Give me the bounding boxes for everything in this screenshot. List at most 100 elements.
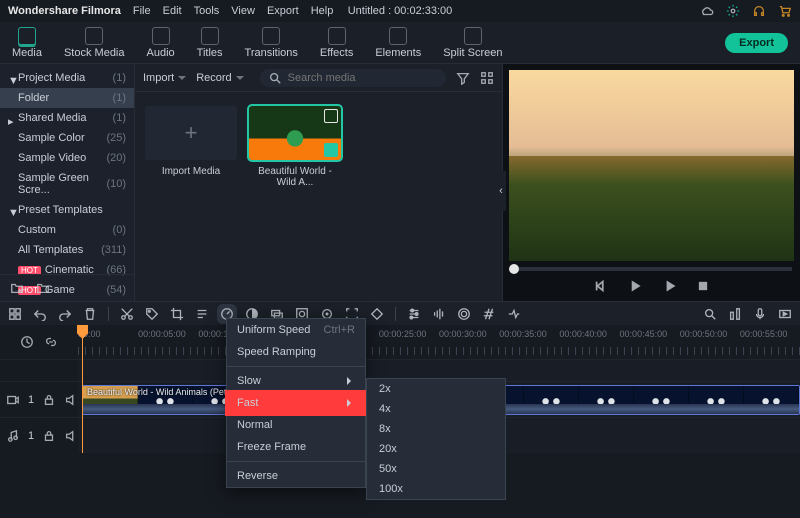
sidebar-item-sample-video[interactable]: Sample Video(20) <box>0 148 134 168</box>
menu-tools[interactable]: Tools <box>194 5 220 17</box>
seek-handle[interactable] <box>509 264 519 274</box>
count: (0) <box>113 224 126 236</box>
stop-button[interactable] <box>696 279 710 293</box>
main-menu: File Edit Tools View Export Help <box>133 5 333 17</box>
import-media-card[interactable]: + Import Media <box>145 106 237 188</box>
tab-label: Stock Media <box>64 47 125 59</box>
tab-stock-media[interactable]: Stock Media <box>60 24 129 62</box>
menu-2x[interactable]: 2x <box>367 379 505 399</box>
sidebar-item-shared-media[interactable]: ▸Shared Media(1) <box>0 108 134 128</box>
lock-icon[interactable] <box>42 429 56 443</box>
record-vo-icon[interactable] <box>457 307 471 321</box>
cloud-icon[interactable] <box>700 4 714 18</box>
search-media[interactable] <box>260 69 446 87</box>
ripple-icon[interactable] <box>507 307 521 321</box>
record-dropdown[interactable]: Record <box>196 72 243 84</box>
menu-50x[interactable]: 50x <box>367 459 505 479</box>
menu-uniform-speed[interactable]: Uniform SpeedCtrl+R <box>227 319 365 341</box>
menu-export[interactable]: Export <box>267 5 299 17</box>
menu-4x[interactable]: 4x <box>367 399 505 419</box>
menu-label: Freeze Frame <box>237 441 306 453</box>
tab-titles[interactable]: Titles <box>193 24 227 62</box>
volume-icon[interactable] <box>64 429 78 443</box>
mix-icon[interactable] <box>728 307 742 321</box>
sidebar-item-preset-templates[interactable]: ▼Preset Templates <box>0 200 134 220</box>
collapse-sidebar-button[interactable]: ‹ <box>496 171 506 211</box>
grid-icon[interactable] <box>8 307 22 321</box>
gear-icon[interactable] <box>726 4 740 18</box>
menu-8x[interactable]: 8x <box>367 419 505 439</box>
menu-speed-ramping[interactable]: Speed Ramping <box>227 341 365 363</box>
undo-icon[interactable] <box>33 307 47 321</box>
menu-help[interactable]: Help <box>311 5 334 17</box>
tab-transitions[interactable]: Transitions <box>241 24 302 62</box>
ruler[interactable]: 00:00 00:00:05:00 00:00:10:00 00:00:15:0… <box>78 325 800 359</box>
edit-icon[interactable] <box>195 307 209 321</box>
marker-icon[interactable] <box>482 307 496 321</box>
menu-file[interactable]: File <box>133 5 151 17</box>
tab-effects[interactable]: Effects <box>316 24 357 62</box>
count: (1) <box>113 112 126 124</box>
menu-edit[interactable]: Edit <box>163 5 182 17</box>
tab-elements[interactable]: Elements <box>371 24 425 62</box>
menu-100x[interactable]: 100x <box>367 479 505 499</box>
sidebar-item-all-templates[interactable]: All Templates(311) <box>0 240 134 260</box>
search-icon <box>268 71 282 85</box>
preview-video[interactable] <box>509 70 794 261</box>
tag-icon[interactable] <box>145 307 159 321</box>
menu-slow[interactable]: Slow <box>227 370 365 392</box>
seek-bar[interactable] <box>511 267 792 271</box>
render-icon[interactable] <box>778 307 792 321</box>
voice-icon[interactable] <box>753 307 767 321</box>
sidebar-item-project-media[interactable]: ▼Project Media(1) <box>0 68 134 88</box>
plus-icon: + <box>185 120 198 146</box>
check-icon <box>324 143 338 157</box>
sidebar-item-label: Project Media <box>18 72 113 84</box>
volume-icon[interactable] <box>64 393 78 407</box>
export-button[interactable]: Export <box>725 33 788 53</box>
menu-freeze-frame[interactable]: Freeze Frame <box>227 436 365 458</box>
search-input[interactable] <box>288 72 438 84</box>
trash-icon[interactable] <box>83 307 97 321</box>
menu-fast[interactable]: Fast <box>227 392 365 414</box>
keyframe-icon[interactable] <box>370 307 384 321</box>
sidebar-item-custom[interactable]: Custom(0) <box>0 220 134 240</box>
import-dropdown[interactable]: Import <box>143 72 186 84</box>
media-clip-card[interactable]: Beautiful World - Wild A... <box>249 106 341 188</box>
sidebar-item-folder[interactable]: Folder(1) <box>0 88 134 108</box>
link-icon[interactable] <box>44 335 58 349</box>
lock-icon[interactable] <box>42 393 56 407</box>
timecode-icon[interactable] <box>20 335 34 349</box>
cut-icon[interactable] <box>120 307 134 321</box>
divider <box>395 307 396 321</box>
menu-label: Normal <box>237 419 272 431</box>
audio-icon[interactable] <box>432 307 446 321</box>
open-folder-icon[interactable] <box>36 281 50 295</box>
adjust-icon[interactable] <box>407 307 421 321</box>
tab-audio[interactable]: Audio <box>143 24 179 62</box>
titles-icon <box>201 27 219 45</box>
crop-icon[interactable] <box>170 307 184 321</box>
add-folder-icon[interactable] <box>10 281 24 295</box>
headphones-icon[interactable] <box>752 4 766 18</box>
prev-frame-button[interactable] <box>594 279 608 293</box>
menu-reverse[interactable]: Reverse <box>227 465 365 487</box>
sidebar-item-sample-color[interactable]: Sample Color(25) <box>0 128 134 148</box>
play-button[interactable] <box>628 279 642 293</box>
next-frame-button[interactable] <box>662 279 676 293</box>
zoom-icon[interactable] <box>703 307 717 321</box>
video-icon <box>6 393 20 407</box>
cart-icon[interactable] <box>778 4 792 18</box>
menu-20x[interactable]: 20x <box>367 439 505 459</box>
filter-icon[interactable] <box>456 71 470 85</box>
redo-icon[interactable] <box>58 307 72 321</box>
settings-icon[interactable] <box>324 109 338 123</box>
menu-view[interactable]: View <box>231 5 255 17</box>
tab-split-screen[interactable]: Split Screen <box>439 24 506 62</box>
sidebar-item-sample-green[interactable]: Sample Green Scre...(10) <box>0 168 134 200</box>
tab-media[interactable]: Media <box>8 24 46 62</box>
time-label: 00:00:45:00 <box>620 329 680 339</box>
playhead[interactable] <box>82 325 83 453</box>
grid-view-icon[interactable] <box>480 71 494 85</box>
menu-normal[interactable]: Normal <box>227 414 365 436</box>
